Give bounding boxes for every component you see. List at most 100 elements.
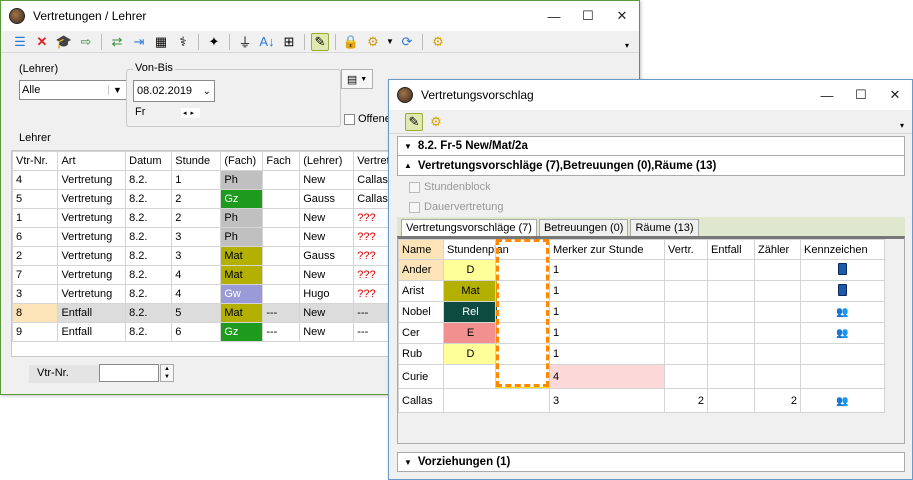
table-row[interactable]: Rub D 1 [398, 343, 885, 365]
refresh-icon[interactable]: ⟳ [398, 33, 416, 51]
app-clock-icon [397, 87, 413, 103]
section-header[interactable]: ▲ Vertretungsvorschläge (7),Betreuungen … [397, 156, 905, 176]
column-header[interactable]: Zähler [754, 239, 801, 260]
table-row[interactable]: 9 Entfall 8.2. 6 Gz --- New --- [12, 322, 412, 342]
cell-nr: 8 [12, 303, 59, 323]
people-icon: 👥 [836, 307, 849, 318]
stethoscope-icon[interactable]: ⚕ [174, 33, 192, 51]
day-label: Fr [135, 106, 146, 118]
cell-nr: 5 [12, 189, 59, 209]
maximize-button[interactable]: ☐ [571, 8, 605, 24]
column-header[interactable]: Merker zur Stunde [549, 239, 665, 260]
table-row[interactable]: 3 Vertretung 8.2. 4 Gw Hugo??? [12, 284, 412, 304]
cell-datum: 8.2. [125, 227, 173, 247]
cell-fach-orig: Mat [220, 265, 264, 285]
column-header[interactable]: Stundenplan [443, 239, 550, 260]
minimize-button[interactable]: — [810, 88, 844, 103]
table-row[interactable]: Arist Mat 1 [398, 280, 885, 302]
checkbox-box [409, 201, 420, 213]
column-header[interactable]: Datum [125, 151, 173, 171]
vorziehungen-header[interactable]: ▼ Vorziehungen (1) [397, 452, 905, 472]
cell-datum: 8.2. [125, 303, 173, 323]
offene-checkbox[interactable]: Offene [344, 113, 391, 125]
stundenblock-checkbox[interactable]: Stundenblock [409, 179, 899, 195]
table-row[interactable]: 7 Vertretung 8.2. 4 Mat New??? [12, 265, 412, 285]
dropdown-arrow-icon[interactable]: ▼ [386, 33, 394, 51]
cell-art: Entfall [57, 322, 127, 342]
calendar-view-button[interactable]: ▤ ▼ [341, 69, 373, 89]
edit-note-icon[interactable]: ✎ [405, 112, 423, 131]
table-row[interactable]: 5 Vertretung 8.2. 2 Gz Gauss Callas [12, 189, 412, 209]
column-header[interactable]: (Lehrer) [299, 151, 355, 171]
sort-icon[interactable]: A↓ [258, 33, 276, 51]
settings-doc-icon[interactable]: ⚙ [364, 33, 382, 51]
table-row[interactable]: 4 Vertretung 8.2. 1 Ph New Callas [12, 170, 412, 190]
lehrer-select[interactable]: Alle ▼ [19, 80, 127, 100]
table-row[interactable]: 2 Vertretung 8.2. 3 Mat Gauss??? [12, 246, 412, 266]
tab-bar: Vertretungsvorschläge (7) Betreuungen (0… [397, 217, 905, 236]
column-header[interactable]: (Fach) [220, 151, 264, 171]
filter-icon[interactable]: ⏚ [236, 33, 254, 51]
date-stepper[interactable]: ◂▸ [181, 108, 201, 118]
column-header[interactable]: Kennzeichen [800, 239, 885, 260]
gear-icon[interactable]: ⚙ [429, 33, 447, 51]
cell-entfall [707, 343, 755, 365]
lock-icon[interactable]: 🔒 [342, 33, 360, 51]
table-row[interactable]: Callas 3 2 2 👥 [398, 388, 885, 413]
import-icon[interactable]: ⇥ [130, 33, 148, 51]
column-header[interactable]: Vtr-Nr. [12, 151, 59, 171]
vertretungen-table: Vtr-Nr. Art Datum Stunde (Fach) Fach (Lehrer) V… [12, 151, 412, 342]
close-button[interactable]: ✕ [605, 8, 639, 24]
cell-art: Vertretung [57, 265, 127, 285]
cell-zaehler [754, 301, 801, 323]
offene-label: Offene [358, 113, 391, 125]
table-row[interactable]: Nobel Rel 1 👥 [398, 301, 885, 323]
section-header-text: Vertretungsvorschläge (7),Betreuungen (0… [417, 159, 717, 172]
column-header[interactable]: Stunde [171, 151, 222, 171]
calculator-icon[interactable]: ▦ [152, 33, 170, 51]
tab-vorschlaege[interactable]: Vertretungsvorschläge (7) [401, 219, 537, 236]
toolbar-overflow-icon[interactable]: ▾ [900, 121, 904, 130]
cell-kennzeichen: 👥 [800, 301, 885, 323]
cell-vertr [664, 280, 708, 302]
swap-icon[interactable]: ⇄ [108, 33, 126, 51]
table-row[interactable]: 1 Vertretung 8.2. 2 Ph New??? [12, 208, 412, 228]
table-row[interactable]: Ander D 1 [398, 259, 885, 281]
tab-betreuungen[interactable]: Betreuungen (0) [538, 219, 629, 236]
table-row[interactable]: Cer E 1 👥 [398, 322, 885, 344]
column-header[interactable]: Name [398, 239, 444, 260]
toolbar-overflow-icon[interactable]: ▾ [625, 41, 629, 50]
cell-fach [262, 246, 301, 266]
close-button[interactable]: ✕ [878, 87, 912, 103]
cell-lehrer: New [299, 170, 355, 190]
table-row[interactable]: 6 Vertretung 8.2. 3 Ph New??? [12, 227, 412, 247]
column-header[interactable]: Entfall [707, 239, 755, 260]
table-row[interactable]: Curie 4 [398, 364, 885, 389]
people-icon: 👥 [836, 328, 849, 339]
lesson-header[interactable]: ▼ 8.2. Fr-5 New/Mat/2a [397, 136, 905, 156]
cell-name: Arist [398, 280, 444, 302]
column-header[interactable]: Art [57, 151, 127, 171]
edit-note-icon[interactable]: ✎ [311, 32, 329, 51]
cell-name: Nobel [398, 301, 444, 323]
date-picker[interactable]: 08.02.2019 ⌄ [133, 80, 215, 102]
delete-icon[interactable]: ✕ [33, 33, 51, 51]
subject-badge: D [444, 260, 497, 280]
export-icon[interactable]: ⇨ [77, 33, 95, 51]
minimize-button[interactable]: — [537, 9, 571, 24]
column-header[interactable]: Vertr. [664, 239, 708, 260]
gear-icon[interactable]: ⚙ [427, 113, 445, 131]
tab-raeume[interactable]: Räume (13) [630, 219, 699, 236]
graduation-cap-icon[interactable]: 🎓 [55, 33, 73, 51]
cell-stunde: 2 [171, 189, 222, 209]
table-row[interactable]: 8 Entfall 8.2. 5 Mat --- New --- [12, 303, 412, 323]
grid-settings-icon[interactable]: ⊞ [280, 33, 298, 51]
magic-wand-icon[interactable]: ✦ [205, 33, 223, 51]
maximize-button[interactable]: ☐ [844, 87, 878, 103]
list-icon[interactable]: ☰ [11, 33, 29, 51]
dauervertretung-checkbox[interactable]: Dauervertretung [409, 199, 899, 215]
vtr-nr-stepper[interactable]: ▲ ▼ [160, 364, 174, 382]
cell-vertr [664, 343, 708, 365]
column-header[interactable]: Fach [262, 151, 301, 171]
vtr-nr-input[interactable] [99, 364, 159, 382]
